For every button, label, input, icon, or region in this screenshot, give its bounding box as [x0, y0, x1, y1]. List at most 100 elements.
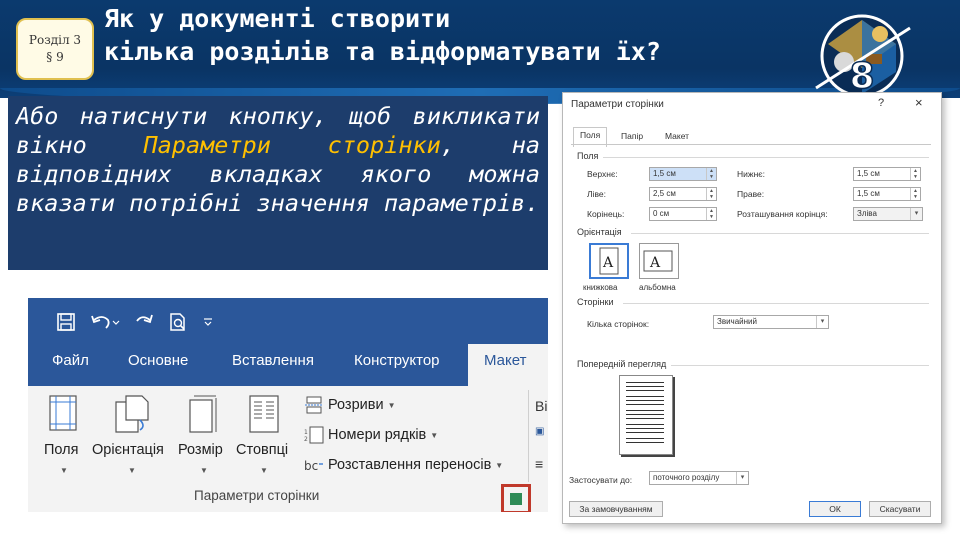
landscape-option[interactable]: A: [639, 243, 679, 279]
line-numbers-icon: 12: [304, 426, 324, 444]
save-icon[interactable]: [56, 312, 76, 332]
customize-toolbar-icon[interactable]: [202, 316, 214, 328]
hyphenation-button[interactable]: bc Розставлення переносів ▼: [304, 456, 503, 474]
apply-to-label: Застосувати до:: [569, 475, 633, 485]
quick-access-toolbar: [56, 308, 214, 336]
top-margin-field[interactable]: 1,5 см ▲ ▼: [649, 167, 717, 181]
columns-icon: [249, 395, 279, 433]
badge-chapter: Розділ 3: [28, 33, 82, 47]
multiple-pages-arrow-icon: ▾: [816, 316, 828, 328]
left-margin-value: 2,5 см: [653, 189, 676, 198]
next-group-partial-icon: ▣: [535, 426, 545, 437]
page-setup-dialog: Параметри сторінки ? × Поля Папір Макет …: [562, 92, 942, 524]
breaks-icon: [305, 396, 323, 414]
next-group-partial-list-icon: ≡: [535, 456, 544, 472]
multiple-pages-value: Звичайний: [717, 317, 757, 326]
orientation-button[interactable]: Орієнтація ▼: [90, 394, 174, 478]
gutter-position-label: Розташування корінця:: [737, 209, 828, 219]
hyphenation-icon: bc: [304, 459, 323, 473]
portrait-icon: A: [599, 247, 619, 275]
columns-label: Стовпці: [236, 442, 289, 458]
landscape-label: альбомна: [639, 283, 676, 292]
size-icon: [189, 395, 217, 433]
ribbon-group-divider: [528, 390, 529, 482]
gutter-field[interactable]: 0 см ▲ ▼: [649, 207, 717, 221]
help-icon[interactable]: ?: [878, 97, 884, 109]
portrait-option[interactable]: A: [589, 243, 629, 279]
badge-paragraph: § 9: [46, 50, 64, 64]
page-preview: [619, 375, 673, 455]
columns-button[interactable]: Стовпці ▼: [234, 394, 294, 478]
tab-home[interactable]: Основне: [128, 352, 188, 369]
margins-section-label: Поля: [577, 151, 599, 161]
gutter-spinner-icon[interactable]: ▲ ▼: [706, 208, 716, 220]
right-margin-field[interactable]: 1,5 см ▲ ▼: [853, 187, 921, 201]
svg-text:A: A: [602, 255, 614, 271]
svg-text:2: 2: [304, 436, 308, 443]
size-button[interactable]: Розмір ▼: [176, 394, 232, 478]
print-preview-icon[interactable]: [168, 312, 188, 332]
bottom-margin-field[interactable]: 1,5 см ▲ ▼: [853, 167, 921, 181]
top-margin-spinner-icon[interactable]: ▲ ▼: [706, 168, 716, 180]
ok-button[interactable]: ОК: [809, 501, 861, 517]
margins-button[interactable]: Поля ▼: [42, 394, 86, 478]
ribbon-group-label: Параметри сторінки: [194, 488, 320, 503]
dialog-launcher-icon: [510, 493, 522, 505]
page-title-line2: кілька розділів та відформатувати їх?: [104, 37, 661, 66]
info-box: Або натиснути кнопку, щоб викликати вікн…: [8, 96, 548, 270]
line-numbers-button[interactable]: 12 Номери рядків ▼: [304, 426, 438, 444]
page-setup-launcher-button[interactable]: [501, 484, 531, 512]
svg-text:A: A: [649, 255, 661, 271]
multiple-pages-select[interactable]: Звичайний ▾: [713, 315, 829, 329]
undo-icon[interactable]: [90, 312, 120, 332]
apply-to-arrow-icon: ▾: [736, 472, 748, 484]
multiple-pages-label: Кілька сторінок:: [587, 319, 650, 329]
grade-logo: 8: [815, 14, 911, 98]
svg-text:1: 1: [304, 429, 308, 436]
page-title-line1: Як у документі створити: [104, 4, 451, 33]
grade-number: 8: [849, 56, 874, 97]
breaks-button[interactable]: Розриви ▼: [304, 396, 395, 414]
gutter-label: Корінець:: [587, 209, 625, 219]
orientation-section-label: Орієнтація: [577, 227, 622, 237]
tab-design[interactable]: Конструктор: [354, 352, 440, 369]
orientation-icon: [115, 395, 149, 433]
margins-section-line: [603, 157, 929, 158]
right-margin-spinner-icon[interactable]: ▲ ▼: [910, 188, 920, 200]
gutter-position-value: Зліва: [857, 209, 877, 218]
tab-layout[interactable]: Макет: [659, 129, 695, 145]
left-margin-field[interactable]: 2,5 см ▲ ▼: [649, 187, 717, 201]
tab-file[interactable]: Файл: [52, 352, 89, 369]
tab-paper[interactable]: Папір: [615, 129, 649, 145]
breaks-arrow-icon: ▼: [387, 400, 396, 410]
bottom-margin-spinner-icon[interactable]: ▲ ▼: [910, 168, 920, 180]
line-numbers-label: Номери рядків: [328, 427, 427, 443]
set-as-default-button[interactable]: За замовчуванням: [569, 501, 663, 517]
page-title: Як у документі створити кілька розділів …: [104, 2, 784, 68]
gutter-value: 0 см: [653, 209, 670, 218]
tab-insert[interactable]: Вставлення: [232, 352, 314, 369]
dialog-title: Параметри сторінки: [571, 99, 664, 110]
section-badge: Розділ 3 § 9: [16, 18, 94, 80]
close-icon[interactable]: ×: [915, 95, 923, 110]
size-arrow-icon: ▼: [200, 466, 208, 475]
margins-label: Поля: [44, 442, 79, 458]
svg-text:bc: bc: [304, 459, 318, 473]
redo-icon[interactable]: [134, 312, 154, 332]
top-margin-label: Верхнє:: [587, 169, 618, 179]
landscape-icon: A: [643, 250, 673, 272]
left-margin-label: Ліве:: [587, 189, 606, 199]
margins-arrow-icon: ▼: [60, 466, 68, 475]
tab-layout[interactable]: Макет: [468, 344, 548, 386]
columns-arrow-icon: ▼: [260, 466, 268, 475]
line-numbers-arrow-icon: ▼: [430, 430, 439, 440]
gutter-position-select[interactable]: Зліва ▾: [853, 207, 923, 221]
cancel-button[interactable]: Скасувати: [869, 501, 931, 517]
orientation-arrow-icon: ▼: [128, 466, 136, 475]
right-margin-label: Праве:: [737, 189, 765, 199]
apply-to-select[interactable]: поточного розділу ▾: [649, 471, 749, 485]
orientation-label: Орієнтація: [92, 442, 164, 458]
portrait-label: книжкова: [583, 283, 618, 292]
info-text-highlight: Параметри сторінки: [143, 131, 441, 159]
left-margin-spinner-icon[interactable]: ▲ ▼: [706, 188, 716, 200]
